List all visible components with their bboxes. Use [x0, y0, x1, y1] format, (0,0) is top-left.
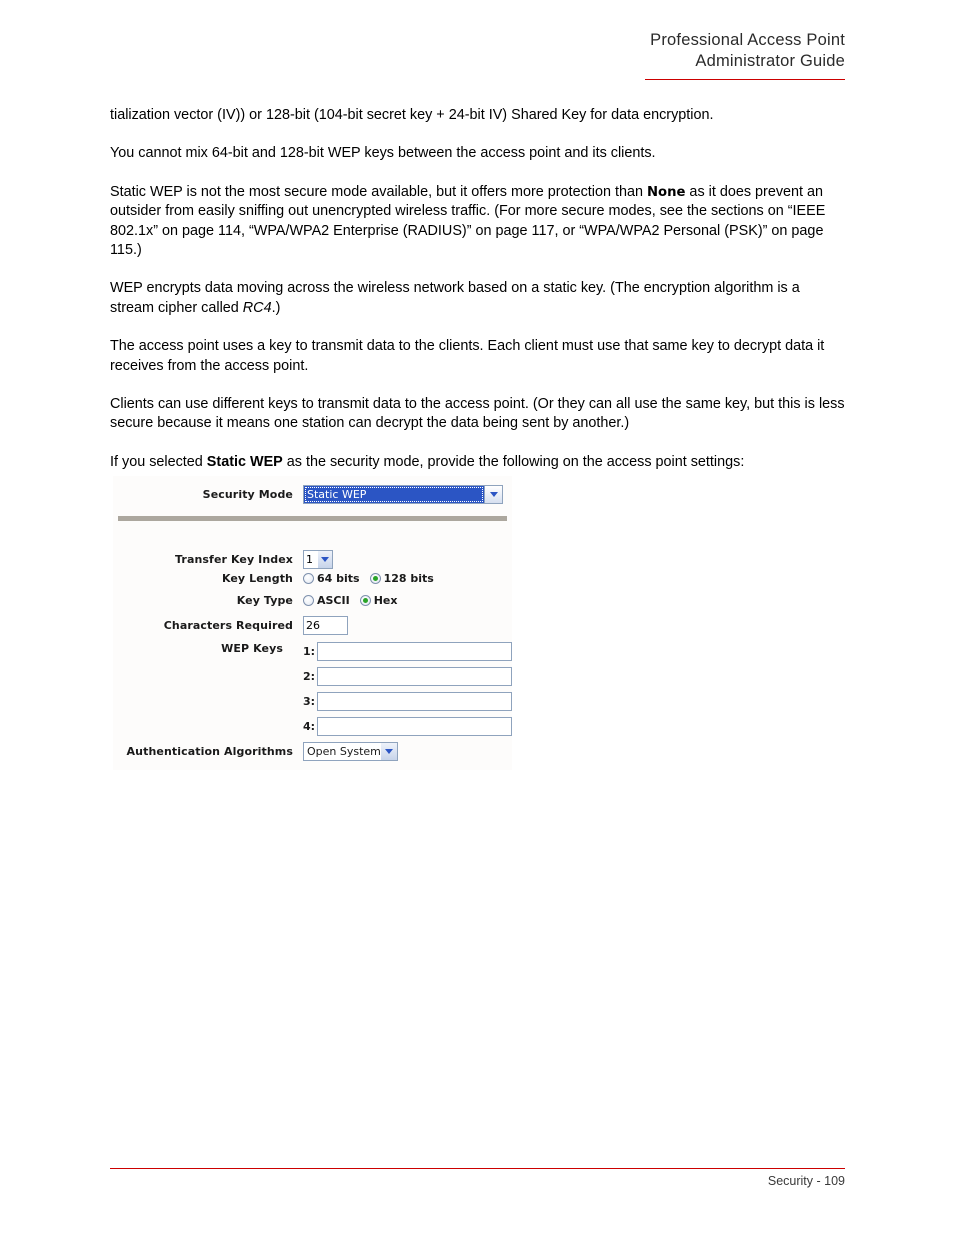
footer-divider-rule [110, 1168, 845, 1169]
authentication-algorithms-row: Authentication Algorithms Open System [113, 742, 512, 761]
chevron-down-icon[interactable] [381, 743, 397, 760]
key-length-radio-group: 64 bits 128 bits [303, 572, 444, 585]
wep-key-input-3[interactable] [317, 692, 512, 711]
security-mode-row: Security Mode Static WEP [113, 485, 512, 504]
wep-key-input-1[interactable] [317, 642, 512, 661]
page-header: Professional Access Point Administrator … [110, 30, 845, 72]
key-length-option-128[interactable]: 128 bits [369, 572, 434, 585]
key-type-radio-group: ASCII Hex [303, 594, 407, 607]
inline-italic-rc4: RC4 [242, 299, 272, 316]
wep-keys-label: WEP Keys [221, 642, 283, 655]
paragraph-4: WEP encrypts data moving across the wire… [110, 279, 845, 318]
key-length-option-128-label: 128 bits [383, 572, 434, 585]
security-mode-label: Security Mode [202, 488, 293, 501]
header-divider-rule [645, 79, 845, 80]
paragraph-6: Clients can use different keys to transm… [110, 396, 845, 432]
wep-key-row-4: 4: [303, 717, 512, 736]
paragraph-7-text-a: If you selected [110, 453, 207, 470]
chevron-down-icon[interactable] [484, 486, 502, 503]
characters-required-input[interactable]: 26 [303, 616, 348, 635]
key-type-option-hex-label: Hex [373, 594, 398, 607]
key-length-label: Key Length [221, 572, 293, 585]
chevron-down-icon[interactable] [318, 551, 332, 568]
key-type-option-hex[interactable]: Hex [359, 594, 398, 607]
authentication-algorithms-label: Authentication Algorithms [126, 745, 293, 758]
key-length-row: Key Length 64 bits 128 bits [113, 572, 512, 585]
static-wep-settings-form: Security Mode Static WEP Transfer Key In… [113, 476, 512, 770]
wep-key-index-1: 1: [303, 645, 316, 658]
document-body: tialization vector (IV)) or 128-bit (104… [110, 106, 845, 491]
security-mode-value: Static WEP [304, 486, 484, 503]
key-type-label: Key Type [236, 594, 293, 607]
paragraph-7: If you selected Static WEP as the securi… [110, 453, 845, 472]
transfer-key-index-row: Transfer Key Index 1 [113, 550, 512, 569]
transfer-key-index-label: Transfer Key Index [175, 553, 293, 566]
authentication-algorithms-value: Open System [307, 745, 381, 758]
wep-key-row-1: 1: [303, 642, 512, 661]
key-type-option-ascii-label: ASCII [317, 594, 350, 607]
wep-key-input-4[interactable] [317, 717, 512, 736]
footer-page-label: Security - 109 [767, 1174, 845, 1188]
radio-icon[interactable] [359, 595, 371, 606]
wep-key-index-2: 2: [303, 670, 316, 683]
transfer-key-index-value: 1 [306, 553, 313, 566]
paragraph-1: tialization vector (IV)) or 128-bit (104… [110, 107, 714, 123]
characters-required-row: Characters Required 26 [113, 616, 512, 635]
header-title-line-1: Professional Access Point [650, 31, 845, 49]
form-divider [118, 516, 507, 521]
inline-emphasis-none: None [647, 184, 686, 200]
key-type-option-ascii[interactable]: ASCII [303, 594, 350, 607]
paragraph-4-text-b: .) [271, 299, 281, 316]
radio-icon[interactable] [369, 573, 381, 584]
characters-required-label: Characters Required [163, 619, 293, 632]
paragraph-3: Static WEP is not the most secure mode a… [110, 183, 845, 261]
key-type-row: Key Type ASCII Hex [113, 594, 512, 607]
paragraph-3-text-a: Static WEP is not the most secure mode a… [110, 183, 647, 200]
wep-key-index-4: 4: [303, 720, 316, 733]
key-length-option-64[interactable]: 64 bits [303, 572, 360, 585]
radio-icon[interactable] [303, 573, 314, 584]
security-mode-select[interactable]: Static WEP [303, 485, 503, 504]
paragraph-7-text-b: as the security mode, provide the follow… [282, 453, 745, 470]
key-length-option-64-label: 64 bits [317, 572, 360, 585]
header-title-line-2: Administrator Guide [695, 52, 845, 70]
wep-key-index-3: 3: [303, 695, 316, 708]
inline-emphasis-static-wep: Static WEP [206, 453, 283, 470]
wep-key-row-2: 2: [303, 667, 512, 686]
transfer-key-index-select[interactable]: 1 [303, 550, 333, 569]
radio-icon[interactable] [303, 595, 314, 606]
paragraph-4-text-a: WEP encrypts data moving across the wire… [110, 280, 800, 316]
authentication-algorithms-select[interactable]: Open System [303, 742, 398, 761]
paragraph-2: You cannot mix 64-bit and 128-bit WEP ke… [110, 145, 656, 162]
paragraph-5: The access point uses a key to transmit … [110, 338, 825, 374]
wep-key-input-2[interactable] [317, 667, 512, 686]
wep-key-row-3: 3: [303, 692, 512, 711]
